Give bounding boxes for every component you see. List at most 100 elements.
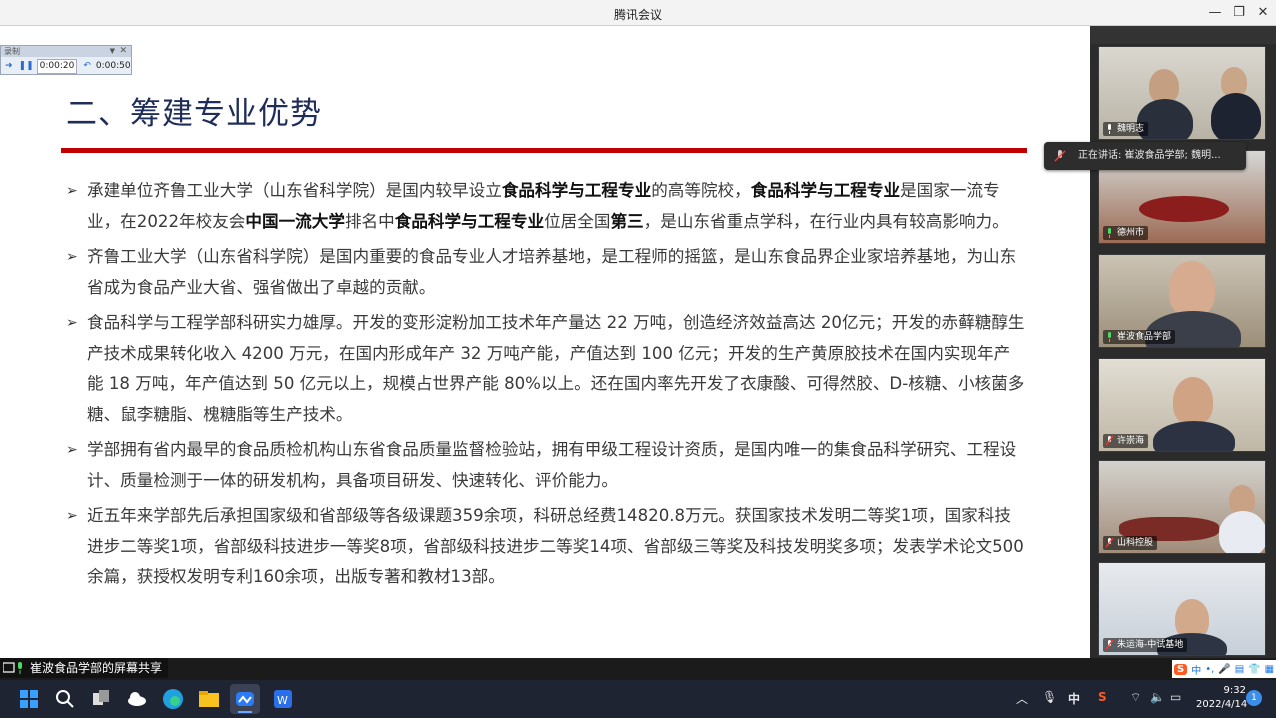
wps-icon[interactable]: W bbox=[268, 684, 298, 714]
mic-icon bbox=[1108, 332, 1111, 342]
bullet-arrow-icon: ➢ bbox=[66, 315, 78, 331]
recording-widget[interactable]: 录制 ▼ ✕ ➜ ❚❚ 0:00:20 ↶ 0:00:50 bbox=[0, 45, 132, 75]
muted-mic-icon bbox=[1106, 436, 1113, 446]
meeting-table bbox=[1139, 196, 1229, 222]
participant-video-2-body bbox=[1211, 93, 1261, 139]
bullet-text: ，是山东省重点学科，在行业内具有较高影响力。 bbox=[643, 211, 1009, 231]
participant-tile[interactable]: 崔波食品学部 bbox=[1098, 254, 1266, 348]
tencent-meeting-icon[interactable] bbox=[230, 684, 260, 714]
participant-tile[interactable]: 魏明志 bbox=[1098, 46, 1266, 140]
tray-mic-icon[interactable]: 🎙 bbox=[1042, 690, 1057, 704]
slide-top-area bbox=[0, 26, 1090, 44]
bullet-emphasis: 食品科学与工程专业 bbox=[501, 181, 652, 200]
total-time: 0:00:50 bbox=[95, 61, 131, 71]
close-icon[interactable]: ✕ bbox=[119, 46, 127, 57]
wifi-icon[interactable]: ⌔ bbox=[1130, 690, 1141, 705]
participant-tile[interactable]: 山科控股 bbox=[1098, 460, 1266, 554]
notification-badge[interactable]: 1 bbox=[1246, 690, 1262, 706]
restore-icon[interactable]: ❐ bbox=[1230, 4, 1248, 22]
participant-name: 魏明志 bbox=[1103, 122, 1149, 136]
participant-video bbox=[1149, 69, 1179, 103]
participant-name: 德州市 bbox=[1103, 226, 1149, 240]
bullet-arrow-icon: ➢ bbox=[66, 442, 78, 458]
ime-toolbar[interactable]: S 中 •, 🎤 ▤ 👕 ▦ bbox=[1172, 660, 1276, 678]
slide-bullet: ➢ 学部拥有省内最早的食品质检机构山东省食品质量监督检验站，拥有甲级工程设计资质，… bbox=[66, 435, 1026, 496]
slide-bullet: ➢ 食品科学与工程学部科研实力雄厚。开发的变形淀粉加工技术年产量达 22 万吨，创… bbox=[66, 308, 1026, 430]
search-icon[interactable] bbox=[50, 684, 80, 714]
clock-date: 2022/4/14 bbox=[1196, 699, 1248, 710]
rewind-icon[interactable]: ↶ bbox=[83, 61, 91, 71]
task-view-icon[interactable] bbox=[86, 684, 116, 714]
svg-text:W: W bbox=[277, 694, 288, 707]
clock-time: 9:32 bbox=[1223, 685, 1246, 696]
bullet-emphasis: 食品科学与工程专业 bbox=[750, 181, 901, 200]
participant-video-body bbox=[1219, 511, 1265, 553]
pause-icon[interactable]: ❚❚ bbox=[19, 61, 34, 71]
screen-share-label: 崔波食品学部的屏幕共享 bbox=[0, 658, 169, 678]
bullet-list: ➢ 承建单位齐鲁工业大学（山东省科学院）是国内较早设立食品科学与工程专业的高等院校… bbox=[66, 176, 1026, 598]
toolbox-icon[interactable]: ▦ bbox=[1265, 664, 1274, 675]
speaking-indicator: 正在讲话: 崔波食品学部; 魏明... bbox=[1044, 142, 1246, 170]
muted-mic-icon bbox=[1106, 538, 1113, 548]
bullet-text: 食品科学与工程学部科研实力雄厚。开发的变形淀粉加工技术年产量达 22 万吨，创造… bbox=[87, 313, 1025, 424]
screen-share-icon bbox=[3, 662, 22, 674]
slide-title: 二、筹建专业优势 bbox=[66, 96, 322, 132]
bullet-text: 排名中 bbox=[344, 211, 395, 231]
participant-name: 山科控股 bbox=[1103, 536, 1158, 550]
forward-icon[interactable]: ➜ bbox=[5, 61, 13, 71]
mic-icon bbox=[1108, 124, 1111, 134]
participant-tile[interactable]: 朱运海-中试基地 bbox=[1098, 562, 1266, 656]
participant-name: 朱运海-中试基地 bbox=[1103, 638, 1188, 652]
battery-icon[interactable]: ▭ bbox=[1170, 690, 1181, 704]
mic-icon bbox=[1108, 228, 1111, 238]
punctuation-icon[interactable]: •, bbox=[1205, 664, 1214, 675]
participant-name: 崔波食品学部 bbox=[1103, 330, 1176, 344]
start-icon[interactable] bbox=[14, 684, 44, 714]
slide-bullet: ➢ 齐鲁工业大学（山东省科学院）是国内重要的食品专业人才培养基地，是工程师的摇篮，… bbox=[66, 242, 1026, 303]
bullet-emphasis: 中国一流大学 bbox=[245, 211, 345, 231]
tray-ime-lang[interactable]: 中 bbox=[1068, 690, 1080, 707]
muted-mic-icon bbox=[1054, 150, 1066, 162]
participant-name: 许崇海 bbox=[1103, 434, 1149, 448]
share-status-bar bbox=[0, 658, 1276, 680]
onedrive-icon[interactable] bbox=[122, 684, 152, 714]
skin-icon[interactable]: 👕 bbox=[1248, 664, 1260, 675]
window-titlebar: 腾讯会议 — ❐ ✕ bbox=[0, 0, 1276, 26]
current-time: 0:00:20 bbox=[36, 58, 78, 74]
bullet-emphasis: 食品科学与工程专业 bbox=[394, 211, 545, 231]
file-explorer-icon[interactable] bbox=[194, 684, 224, 714]
voice-icon[interactable]: 🎤 bbox=[1218, 664, 1230, 675]
slide-bullet: ➢ 承建单位齐鲁工业大学（山东省科学院）是国内较早设立食品科学与工程专业的高等院校… bbox=[66, 176, 1026, 237]
participant-tile[interactable]: 许崇海 bbox=[1098, 358, 1266, 452]
window-title: 腾讯会议 bbox=[613, 8, 662, 22]
bullet-text: 齐鲁工业大学（山东省科学院）是国内重要的食品专业人才培养基地，是工程师的摇篮，是… bbox=[87, 247, 1017, 297]
dropdown-icon[interactable]: ▼ bbox=[110, 46, 115, 57]
volume-icon[interactable]: 🔈 bbox=[1150, 690, 1165, 704]
bullet-text: 学部拥有省内最早的食品质检机构山东省食品质量监督检验站，拥有甲级工程设计资质，是… bbox=[87, 440, 1017, 490]
bullet-text: 承建单位齐鲁工业大学（山东省科学院）是国内较早设立 bbox=[87, 181, 502, 200]
minimize-icon[interactable]: — bbox=[1206, 4, 1224, 22]
participant-video bbox=[1173, 377, 1213, 425]
tray-chevron-icon[interactable]: ︿ bbox=[1016, 690, 1028, 707]
close-icon[interactable]: ✕ bbox=[1254, 4, 1272, 22]
ime-lang[interactable]: 中 bbox=[1191, 662, 1201, 677]
bullet-text: 的高等院校， bbox=[651, 181, 751, 200]
bullet-arrow-icon: ➢ bbox=[66, 508, 78, 524]
participant-video-body bbox=[1153, 421, 1235, 451]
sogou-icon[interactable]: S bbox=[1174, 663, 1188, 675]
title-divider bbox=[61, 148, 1027, 153]
taskbar bbox=[0, 680, 1276, 718]
participant-video bbox=[1169, 261, 1215, 317]
bullet-arrow-icon: ➢ bbox=[66, 183, 78, 199]
recording-header: 录制 ▼ ✕ bbox=[1, 46, 131, 57]
clock[interactable]: 9:32 2022/4/14 bbox=[1196, 684, 1248, 712]
muted-mic-icon bbox=[1106, 640, 1113, 650]
slide-bullet: ➢ 近五年来学部先后承担国家级和省部级等各级课题359余项，科研总经费14820.… bbox=[66, 501, 1026, 593]
edge-icon[interactable] bbox=[158, 684, 188, 714]
keyboard-icon[interactable]: ▤ bbox=[1235, 664, 1244, 675]
bullet-emphasis: 第三 bbox=[610, 211, 644, 231]
bullet-text: 近五年来学部先后承担国家级和省部级等各级课题359余项，科研总经费14820.8… bbox=[87, 506, 1024, 586]
bullet-arrow-icon: ➢ bbox=[66, 249, 78, 265]
tray-sogou-icon[interactable]: S bbox=[1098, 690, 1107, 704]
bullet-text: 位居全国 bbox=[544, 211, 611, 231]
